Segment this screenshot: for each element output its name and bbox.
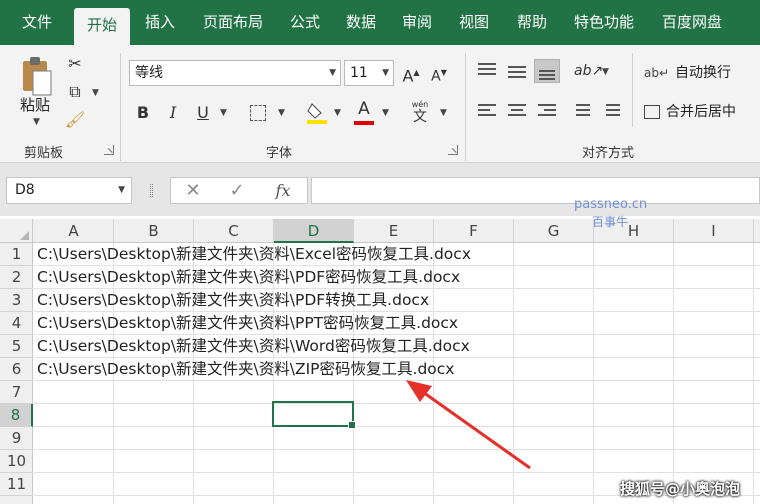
watermark-site: passneo.cn <box>574 197 648 212</box>
watermark-author: 搜狐号@小奥泡泡 <box>620 480 741 498</box>
watermark-site-sub: 百事牛 <box>592 215 629 229</box>
annotation-arrow <box>406 380 531 470</box>
excel-window: 文件 开始 插入 页面布局 公式 数据 审阅 视图 帮助 特色功能 百度网盘 粘… <box>0 0 760 504</box>
